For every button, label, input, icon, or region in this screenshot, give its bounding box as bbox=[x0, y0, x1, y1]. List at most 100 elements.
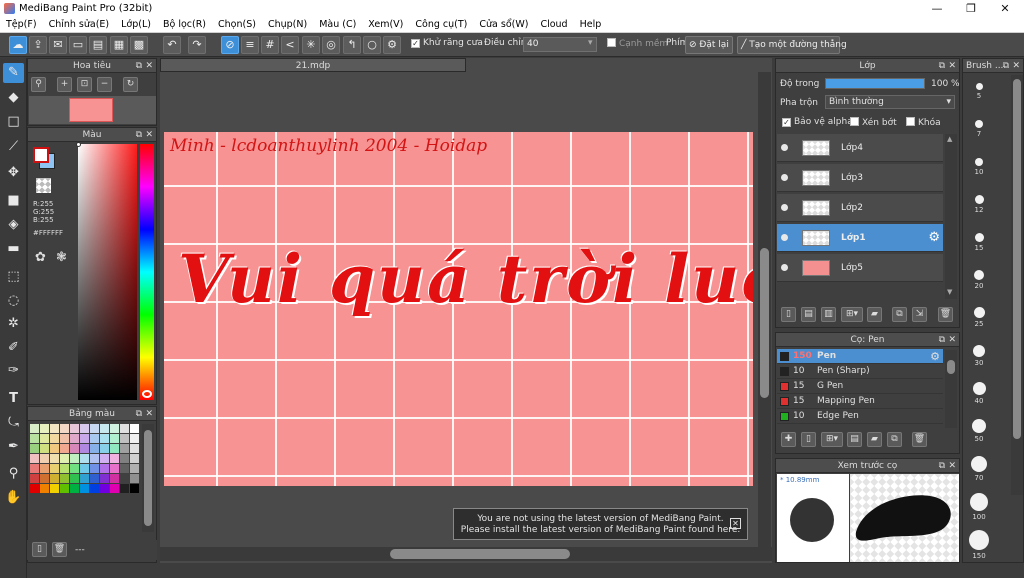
menu-snap[interactable]: Chụp(N) bbox=[262, 19, 313, 30]
canvas-hscrollbar[interactable] bbox=[160, 547, 772, 561]
palette-swatch[interactable] bbox=[80, 484, 89, 493]
visibility-icon[interactable] bbox=[781, 234, 788, 241]
layer-row[interactable]: Lớp2 bbox=[777, 194, 943, 222]
trash-icon[interactable]: 🗑 bbox=[52, 542, 67, 557]
palette-swatch[interactable] bbox=[40, 484, 49, 493]
palette-swatch[interactable] bbox=[50, 424, 59, 433]
transparent-color-swatch[interactable] bbox=[36, 178, 51, 193]
text-tool-icon[interactable]: T bbox=[3, 389, 24, 409]
update-notice[interactable]: You are not using the latest version of … bbox=[453, 508, 748, 540]
brush-size-scroll-thumb[interactable] bbox=[1013, 79, 1021, 439]
palette-swatch[interactable] bbox=[60, 444, 69, 453]
close-icon[interactable]: ✕ bbox=[948, 459, 956, 473]
palette-scroll-thumb[interactable] bbox=[144, 430, 152, 526]
palette-swatch[interactable] bbox=[90, 434, 99, 443]
popout-icon[interactable]: ⧉ bbox=[939, 333, 945, 347]
brush-menu-icon[interactable]: ⊞▾ bbox=[821, 432, 843, 447]
bucket-tool-icon[interactable]: ◈ bbox=[3, 215, 24, 235]
scroll-up-icon[interactable]: ▲ bbox=[947, 135, 952, 143]
menu-select[interactable]: Chọn(S) bbox=[212, 19, 262, 30]
visibility-icon[interactable] bbox=[781, 174, 788, 181]
palette-swatch[interactable] bbox=[120, 484, 129, 493]
palette-swatch[interactable] bbox=[60, 474, 69, 483]
document-tab[interactable]: 21.mdp bbox=[160, 58, 466, 72]
palette-swatch[interactable] bbox=[80, 444, 89, 453]
saturation-value-picker[interactable] bbox=[78, 144, 137, 400]
palette-swatch[interactable] bbox=[40, 444, 49, 453]
alpha-lock-option[interactable]: Bảo vệ alpha bbox=[782, 117, 853, 127]
palette-swatch[interactable] bbox=[30, 464, 39, 473]
palette-swatch[interactable] bbox=[30, 454, 39, 463]
palette-swatch[interactable] bbox=[70, 424, 79, 433]
popout-icon[interactable]: ⧉ bbox=[939, 59, 945, 73]
move-tool-icon[interactable]: ✥ bbox=[3, 163, 24, 183]
curve-snap-icon[interactable]: ↰ bbox=[343, 36, 361, 54]
palette-swatch[interactable] bbox=[130, 454, 139, 463]
layers-scrollbar[interactable]: ▲ ▼ bbox=[945, 134, 957, 299]
brush-size-scrollbar[interactable] bbox=[1011, 75, 1023, 495]
cross-snap-icon[interactable]: # bbox=[261, 36, 279, 54]
palette-swatch[interactable] bbox=[100, 444, 109, 453]
brush-row-selected[interactable]: 150 Pen ⚙ bbox=[777, 349, 943, 364]
zoom-out-icon[interactable]: − bbox=[97, 77, 112, 92]
palette-swatch[interactable] bbox=[80, 434, 89, 443]
layer-row[interactable]: Lớp4 bbox=[777, 134, 943, 162]
palette-swatch[interactable] bbox=[100, 464, 109, 473]
palette-swatch[interactable] bbox=[80, 474, 89, 483]
message-icon[interactable]: ▭ bbox=[69, 36, 87, 54]
new-halftone-layer-icon[interactable]: ▤ bbox=[801, 307, 816, 322]
brush-size-option[interactable]: 150 bbox=[965, 529, 993, 560]
lasso-tool-icon[interactable]: ◌ bbox=[3, 291, 24, 311]
maximize-button[interactable]: ❐ bbox=[954, 0, 988, 17]
palette-swatch[interactable] bbox=[110, 434, 119, 443]
new-brush-icon[interactable]: ▯ bbox=[801, 432, 816, 447]
minimize-button[interactable]: — bbox=[920, 0, 954, 17]
brush-size-option[interactable]: 70 bbox=[965, 456, 993, 482]
palette-swatch[interactable] bbox=[100, 454, 109, 463]
select-tool-icon[interactable]: ⬚ bbox=[3, 267, 24, 287]
visibility-icon[interactable] bbox=[781, 264, 788, 271]
palette-swatch[interactable] bbox=[120, 464, 129, 473]
visibility-icon[interactable] bbox=[781, 204, 788, 211]
palette-add-icon[interactable]: ✿ bbox=[35, 250, 51, 266]
popout-icon[interactable]: ⧉ bbox=[136, 59, 142, 73]
close-icon[interactable]: ✕ bbox=[145, 59, 153, 73]
snap-settings-icon[interactable]: ⚙ bbox=[383, 36, 401, 54]
palette-swatch[interactable] bbox=[120, 454, 129, 463]
palette-swatch[interactable] bbox=[90, 454, 99, 463]
comment-icon[interactable]: ✉ bbox=[49, 36, 67, 54]
palette-swatch[interactable] bbox=[120, 444, 129, 453]
no-snap-icon[interactable]: ⊘ bbox=[221, 36, 239, 54]
dot-tool-icon[interactable]: ⟋ bbox=[3, 137, 24, 157]
hand-tool-icon[interactable]: ✋ bbox=[3, 488, 24, 508]
document-icon[interactable]: ▤ bbox=[89, 36, 107, 54]
palette-swatch[interactable] bbox=[120, 434, 129, 443]
close-icon[interactable]: ✕ bbox=[145, 128, 153, 142]
new-color-layer-icon[interactable]: ▥ bbox=[821, 307, 836, 322]
operation-tool-icon[interactable]: ⤿ bbox=[3, 413, 24, 433]
palette-swatch[interactable] bbox=[30, 474, 39, 483]
share-icon[interactable]: ⇪ bbox=[29, 36, 47, 54]
popout-icon[interactable]: ⧉ bbox=[939, 459, 945, 473]
palette-swatch[interactable] bbox=[90, 484, 99, 493]
brush-tool-icon[interactable]: ✎ bbox=[3, 63, 24, 83]
popout-icon[interactable]: ⧉ bbox=[136, 128, 142, 142]
palette-swatch[interactable] bbox=[50, 454, 59, 463]
palette-swatch[interactable] bbox=[100, 474, 109, 483]
trash-icon[interactable]: 🗑 bbox=[938, 307, 953, 322]
palette-scrollbar[interactable] bbox=[142, 424, 154, 532]
palette-swatch[interactable] bbox=[40, 474, 49, 483]
clipping-option[interactable]: Xén bớt bbox=[850, 117, 897, 128]
gear-icon[interactable]: ⚙ bbox=[930, 349, 940, 364]
brush-size-option[interactable]: 12 bbox=[965, 194, 993, 214]
fit-icon[interactable]: ⊡ bbox=[77, 77, 92, 92]
menu-cloud[interactable]: Cloud bbox=[534, 19, 573, 30]
palette-swatch[interactable] bbox=[70, 464, 79, 473]
brush-size-option[interactable]: 25 bbox=[965, 307, 993, 328]
drawing-canvas[interactable]: Minh - lcdoanthuylinh 2004 - Hoidap Vui … bbox=[164, 132, 753, 486]
hue-handle[interactable] bbox=[142, 390, 152, 398]
palette-swatch[interactable] bbox=[80, 464, 89, 473]
menu-tools[interactable]: Công cụ(T) bbox=[409, 19, 473, 30]
select-pen-icon[interactable]: ✐ bbox=[3, 338, 24, 358]
palette-swatch[interactable] bbox=[40, 424, 49, 433]
